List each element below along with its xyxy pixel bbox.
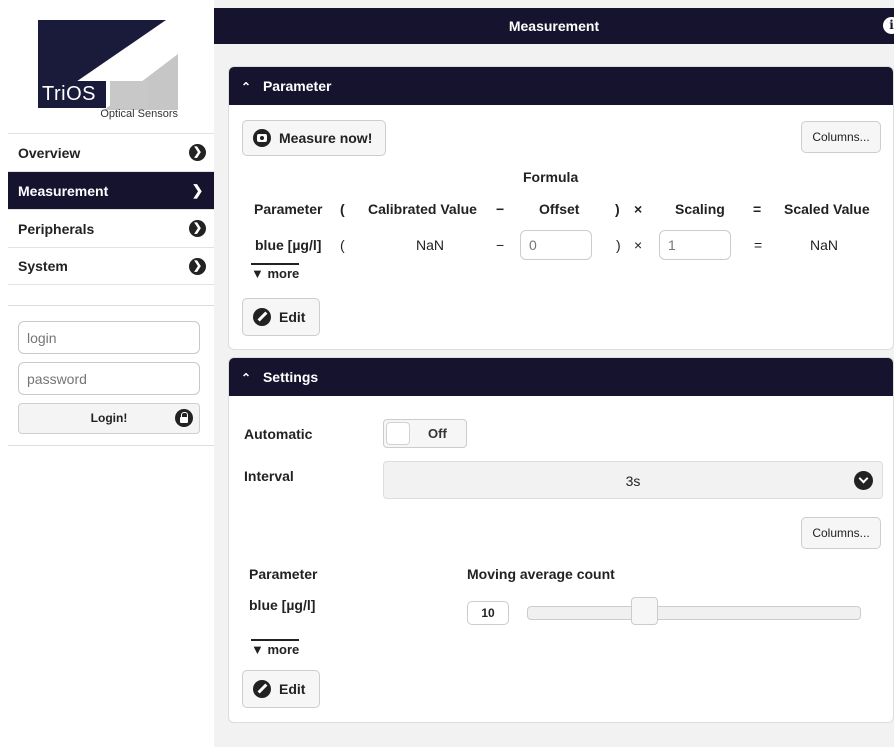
sidebar-divider (8, 305, 214, 306)
chevron-right-icon: ❯ (191, 182, 204, 198)
edit-button-label: Edit (279, 309, 306, 325)
login-button[interactable]: Login! (18, 403, 200, 434)
sidebar-item-label: System (18, 258, 68, 274)
column-header-scaling: Scaling (675, 201, 725, 217)
columns-button[interactable]: Columns... (801, 517, 881, 549)
settings-panel-header[interactable]: ⌃ Settings (229, 358, 893, 396)
login-form: Login! (18, 321, 200, 434)
columns-button-label: Columns... (812, 130, 870, 144)
moving-average-slider[interactable] (527, 606, 861, 620)
measure-now-button[interactable]: Measure now! (242, 120, 386, 156)
row-calibrated-value: NaN (416, 237, 445, 253)
sidebar-nav: Overview ❯ Measurement ❯ Peripherals ❯ S… (8, 133, 214, 285)
logo-text: TriOS (38, 81, 106, 108)
sidebar: TriOS Optical Sensors Overview ❯ Measure… (0, 0, 214, 747)
offset-input[interactable] (520, 230, 592, 260)
column-header-moving-average: Moving average count (467, 566, 615, 582)
formula-label: Formula (523, 169, 579, 185)
sidebar-item-overview[interactable]: Overview ❯ (8, 133, 214, 171)
sidebar-item-peripherals[interactable]: Peripherals ❯ (8, 209, 214, 247)
settings-panel: ⌃ Settings Automatic Off Interval 3s Col… (228, 357, 894, 723)
column-header-calibrated-value: Calibrated Value (368, 201, 477, 217)
toggle-knob (386, 422, 410, 445)
sidebar-divider (8, 445, 214, 446)
column-header-minus: − (496, 201, 505, 217)
row-equals: = (754, 237, 763, 253)
row-parameter-name: blue [µg/l] (255, 237, 322, 253)
info-icon[interactable]: i (883, 17, 894, 34)
row-scaled-value: NaN (810, 237, 839, 253)
parameter-panel-header[interactable]: ⌃ Parameter (229, 67, 893, 105)
chevron-right-icon: ❯ (189, 144, 206, 161)
moving-average-input[interactable]: 10 (467, 601, 509, 625)
automatic-toggle[interactable]: Off (383, 419, 467, 448)
more-link[interactable]: ▼ more (251, 639, 300, 657)
measure-now-label: Measure now! (279, 130, 373, 146)
column-header-equals: = (753, 201, 762, 217)
sidebar-item-label: Overview (18, 144, 81, 161)
top-bar: Measurement i (214, 8, 894, 44)
toggle-state: Off (428, 426, 447, 441)
sidebar-item-measurement[interactable]: Measurement ❯ (8, 171, 214, 209)
sidebar-item-label: Measurement (18, 182, 109, 199)
pencil-icon (253, 680, 271, 698)
logo-subtitle: Optical Sensors (100, 108, 178, 120)
automatic-label: Automatic (244, 426, 313, 442)
row-times: × (634, 237, 643, 253)
columns-button-label: Columns... (812, 526, 870, 540)
column-header-parameter: Parameter (249, 566, 318, 582)
page-title: Measurement (508, 18, 600, 34)
lock-icon (175, 409, 193, 427)
edit-button[interactable]: Edit (242, 298, 320, 336)
parameter-panel: ⌃ Parameter Measure now! Columns... Form… (228, 66, 894, 350)
interval-label: Interval (244, 468, 294, 484)
row-close-paren: ) (616, 237, 621, 253)
sidebar-item-label: Peripherals (18, 220, 95, 237)
login-input[interactable] (18, 321, 200, 354)
chevron-up-icon: ⌃ (241, 371, 252, 385)
chevron-right-icon: ❯ (189, 258, 206, 275)
login-button-label: Login! (90, 411, 128, 425)
pencil-icon (253, 308, 271, 326)
trios-logo: TriOS Optical Sensors (38, 20, 180, 122)
edit-button[interactable]: Edit (242, 670, 320, 708)
scaling-input[interactable] (659, 230, 731, 260)
column-header-close-paren: ) (615, 201, 620, 217)
columns-button[interactable]: Columns... (801, 121, 881, 153)
camera-icon (253, 129, 271, 147)
panel-title: Parameter (262, 78, 332, 94)
sidebar-item-system[interactable]: System ❯ (8, 247, 214, 285)
column-header-open-paren: ( (340, 201, 345, 217)
chevron-right-icon: ❯ (189, 220, 206, 237)
chevron-down-icon (854, 471, 873, 490)
row-parameter-name: blue [µg/l] (249, 597, 316, 613)
interval-select[interactable]: 3s (383, 461, 883, 499)
column-header-times: × (634, 201, 643, 217)
column-header-scaled-value: Scaled Value (784, 201, 870, 217)
more-link[interactable]: ▼ more (251, 263, 300, 281)
column-header-parameter: Parameter (254, 201, 323, 217)
logo-grey-block (110, 81, 148, 108)
interval-value: 3s (625, 473, 641, 489)
slider-handle[interactable] (631, 597, 659, 625)
edit-button-label: Edit (279, 681, 306, 697)
chevron-up-icon: ⌃ (241, 80, 252, 94)
password-input[interactable] (18, 362, 200, 395)
row-open-paren: ( (340, 237, 345, 253)
panel-title: Settings (262, 369, 319, 385)
row-minus: − (496, 237, 505, 253)
column-header-offset: Offset (539, 201, 580, 217)
